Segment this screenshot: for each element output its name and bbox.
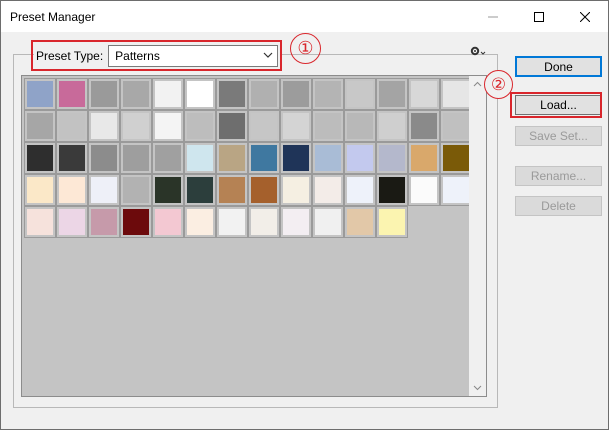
pattern-swatch[interactable]: [312, 206, 344, 238]
pattern-swatch[interactable]: [312, 110, 344, 142]
gear-menu-button[interactable]: [469, 45, 487, 59]
swatch-grid: [24, 78, 472, 238]
pattern-swatch[interactable]: [248, 78, 280, 110]
pattern-swatch[interactable]: [152, 206, 184, 238]
pattern-swatch[interactable]: [152, 142, 184, 174]
callout-marker-1: ①: [290, 33, 321, 64]
done-button[interactable]: Done: [515, 56, 602, 77]
pattern-swatch[interactable]: [56, 206, 88, 238]
pattern-swatch[interactable]: [184, 174, 216, 206]
pattern-swatch[interactable]: [24, 174, 56, 206]
pattern-swatch[interactable]: [152, 174, 184, 206]
pattern-swatch[interactable]: [184, 78, 216, 110]
pattern-swatch[interactable]: [280, 110, 312, 142]
window-title: Preset Manager: [10, 10, 96, 24]
pattern-swatch[interactable]: [216, 110, 248, 142]
pattern-swatch[interactable]: [24, 206, 56, 238]
pattern-swatch[interactable]: [24, 142, 56, 174]
pattern-swatch[interactable]: [344, 174, 376, 206]
save-set-button[interactable]: Save Set...: [515, 126, 602, 146]
pattern-swatch[interactable]: [152, 78, 184, 110]
pattern-swatch[interactable]: [216, 174, 248, 206]
pattern-swatch[interactable]: [24, 110, 56, 142]
pattern-swatch[interactable]: [56, 110, 88, 142]
pattern-swatch[interactable]: [408, 142, 440, 174]
maximize-button[interactable]: [516, 1, 562, 32]
pattern-swatch[interactable]: [120, 174, 152, 206]
rename-button[interactable]: Rename...: [515, 166, 602, 186]
pattern-swatch[interactable]: [408, 78, 440, 110]
pattern-swatch[interactable]: [376, 174, 408, 206]
vertical-scrollbar[interactable]: [469, 76, 486, 396]
chevron-up-icon[interactable]: [473, 80, 482, 89]
pattern-swatch[interactable]: [312, 142, 344, 174]
pattern-swatch[interactable]: [312, 78, 344, 110]
pattern-swatch[interactable]: [344, 206, 376, 238]
pattern-swatch[interactable]: [408, 174, 440, 206]
pattern-swatch[interactable]: [88, 206, 120, 238]
pattern-swatch[interactable]: [248, 206, 280, 238]
pattern-swatch[interactable]: [440, 110, 472, 142]
pattern-swatch[interactable]: [56, 78, 88, 110]
pattern-swatch[interactable]: [24, 78, 56, 110]
pattern-swatch[interactable]: [376, 142, 408, 174]
pattern-swatch[interactable]: [248, 142, 280, 174]
delete-button[interactable]: Delete: [515, 196, 602, 216]
pattern-swatch[interactable]: [280, 142, 312, 174]
pattern-swatch[interactable]: [280, 174, 312, 206]
pattern-swatch[interactable]: [120, 110, 152, 142]
pattern-swatch[interactable]: [88, 78, 120, 110]
pattern-swatch[interactable]: [152, 110, 184, 142]
pattern-swatch[interactable]: [120, 206, 152, 238]
pattern-swatch-panel: [21, 75, 487, 397]
preset-manager-window: Preset Manager Preset Type: Patterns ① D…: [0, 0, 609, 430]
pattern-swatch[interactable]: [56, 174, 88, 206]
pattern-swatch[interactable]: [184, 110, 216, 142]
pattern-swatch[interactable]: [312, 174, 344, 206]
minimize-icon: [488, 16, 498, 17]
pattern-swatch[interactable]: [120, 78, 152, 110]
pattern-swatch[interactable]: [216, 78, 248, 110]
pattern-swatch[interactable]: [88, 142, 120, 174]
pattern-swatch[interactable]: [440, 174, 472, 206]
highlight-box-load: [510, 92, 602, 118]
pattern-swatch[interactable]: [120, 142, 152, 174]
pattern-swatch[interactable]: [184, 206, 216, 238]
pattern-swatch[interactable]: [248, 174, 280, 206]
pattern-swatch[interactable]: [280, 78, 312, 110]
pattern-swatch[interactable]: [376, 206, 408, 238]
pattern-swatch[interactable]: [216, 206, 248, 238]
highlight-box-preset-type: [31, 40, 282, 71]
maximize-icon: [534, 11, 544, 22]
pattern-swatch[interactable]: [184, 142, 216, 174]
pattern-swatch[interactable]: [248, 110, 280, 142]
chevron-down-icon[interactable]: [473, 383, 482, 392]
pattern-swatch[interactable]: [344, 142, 376, 174]
pattern-swatch[interactable]: [440, 78, 472, 110]
minimize-button[interactable]: [470, 1, 516, 32]
pattern-swatch[interactable]: [344, 110, 376, 142]
gear-icon: [470, 46, 486, 56]
close-icon: [580, 11, 590, 22]
title-bar: Preset Manager: [1, 1, 608, 32]
close-button[interactable]: [562, 1, 608, 32]
pattern-swatch[interactable]: [376, 110, 408, 142]
pattern-swatch[interactable]: [88, 110, 120, 142]
pattern-swatch[interactable]: [216, 142, 248, 174]
pattern-swatch[interactable]: [440, 142, 472, 174]
callout-marker-2: ②: [484, 70, 513, 99]
pattern-swatch[interactable]: [408, 110, 440, 142]
pattern-swatch[interactable]: [88, 174, 120, 206]
pattern-swatch[interactable]: [344, 78, 376, 110]
pattern-swatch[interactable]: [376, 78, 408, 110]
pattern-swatch[interactable]: [280, 206, 312, 238]
pattern-swatch[interactable]: [56, 142, 88, 174]
